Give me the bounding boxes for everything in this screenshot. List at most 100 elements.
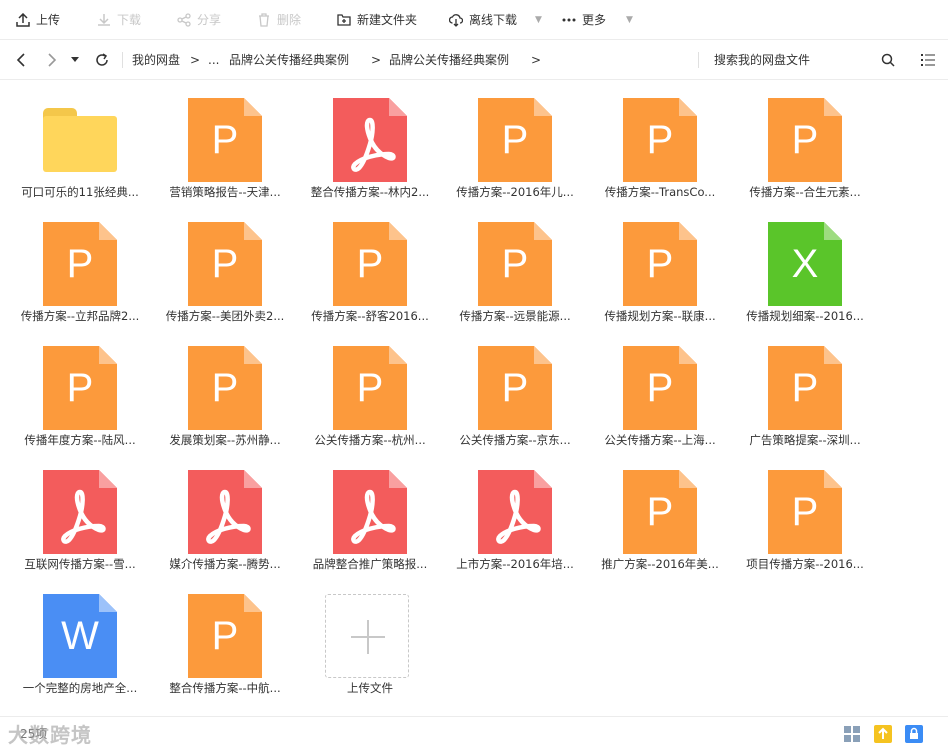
file-item[interactable]: P 传播年度方案--陆风... xyxy=(15,328,145,448)
file-item[interactable]: X 传播规划细案--2016... xyxy=(740,204,870,324)
file-name: 传播规划方案--联康... xyxy=(604,309,716,323)
file-item[interactable]: 媒介传播方案--腾势... xyxy=(160,452,290,572)
watermark: 大数跨境 xyxy=(8,723,92,747)
file-type-letter: P xyxy=(356,241,384,286)
file-item[interactable]: P 公关传播方案--上海... xyxy=(595,328,725,448)
upload-file-tile[interactable]: 上传文件 xyxy=(305,576,435,696)
file-name: 广告策略提案--深圳... xyxy=(749,433,861,447)
file-type-letter: P xyxy=(646,489,674,534)
more-label: 更多 xyxy=(582,13,607,27)
folder-item[interactable]: 可口可乐的11张经典... xyxy=(15,80,145,200)
ppt-file-icon: P xyxy=(478,222,552,306)
file-type-letter: P xyxy=(66,241,94,286)
history-dropdown-icon[interactable] xyxy=(69,40,81,80)
file-name: 传播规划细案--2016... xyxy=(746,309,864,323)
ppt-file-icon: P xyxy=(478,98,552,182)
cloud-download-icon xyxy=(449,13,463,27)
file-item[interactable]: P 广告策略提案--深圳... xyxy=(740,328,870,448)
file-name: 传播方案--TransCo... xyxy=(604,185,716,199)
share-button[interactable]: 分享 xyxy=(177,0,221,40)
file-name: 一个完整的房地产全... xyxy=(22,681,138,695)
search-icon[interactable] xyxy=(880,40,896,80)
file-type-letter: P xyxy=(501,241,529,286)
file-item[interactable]: P 营销策略报告--天津... xyxy=(160,80,290,200)
ppt-file-icon: P xyxy=(188,346,262,430)
breadcrumb-level-1[interactable]: 品牌公关传播经典案例 xyxy=(229,40,349,80)
refresh-icon[interactable] xyxy=(94,40,110,80)
more-icon xyxy=(562,13,576,27)
file-item[interactable]: P 公关传播方案--杭州... xyxy=(305,328,435,448)
pdf-file-icon xyxy=(333,98,407,182)
pdf-file-icon xyxy=(188,470,262,554)
breadcrumb-root[interactable]: 我的网盘 xyxy=(132,40,180,80)
file-item[interactable]: 整合传播方案--林内2... xyxy=(305,80,435,200)
delete-button[interactable]: 删除 xyxy=(257,0,301,40)
forward-arrow-icon[interactable] xyxy=(45,40,59,80)
file-item[interactable]: P 整合传播方案--中航... xyxy=(160,576,290,696)
download-icon xyxy=(97,13,111,27)
pdf-file-icon xyxy=(333,470,407,554)
file-item[interactable]: P 传播方案--TransCo... xyxy=(595,80,725,200)
more-button[interactable]: 更多 ▼ xyxy=(562,0,633,40)
divider xyxy=(122,52,123,68)
file-item[interactable]: P 传播方案--远景能源... xyxy=(450,204,580,324)
file-type-letter: P xyxy=(211,613,239,658)
file-item[interactable]: P 传播方案--立邦品牌2... xyxy=(15,204,145,324)
ppt-file-icon: P xyxy=(623,470,697,554)
file-item[interactable]: P 传播方案--美团外卖2... xyxy=(160,204,290,324)
file-name: 发展策划案--苏州静... xyxy=(169,433,281,447)
breadcrumb-level-2[interactable]: 品牌公关传播经典案例 xyxy=(389,40,509,80)
file-item[interactable]: P 发展策划案--苏州静... xyxy=(160,328,290,448)
file-name: 传播方案--舒客2016... xyxy=(311,309,429,323)
ppt-file-icon: P xyxy=(623,98,697,182)
file-item[interactable]: 上市方案--2016年培... xyxy=(450,452,580,572)
file-type-letter: P xyxy=(501,365,529,410)
file-item[interactable]: P 传播规划方案--联康... xyxy=(595,204,725,324)
file-type-letter: P xyxy=(211,241,239,286)
file-name: 传播方案--合生元素... xyxy=(749,185,861,199)
file-name: 营销策略报告--天津... xyxy=(169,185,281,199)
offline-download-button[interactable]: 离线下载 ▼ xyxy=(449,0,542,40)
file-name: 整合传播方案--中航... xyxy=(169,681,281,695)
breadcrumb-separator: > xyxy=(190,53,201,67)
share-label: 分享 xyxy=(197,13,222,27)
chevron-down-icon[interactable]: ▼ xyxy=(535,15,542,25)
file-item[interactable]: P 推广方案--2016年美... xyxy=(595,452,725,572)
file-name: 公关传播方案--杭州... xyxy=(314,433,426,447)
file-name: 项目传播方案--2016... xyxy=(746,557,864,571)
file-name: 整合传播方案--林内2... xyxy=(310,185,430,199)
lock-icon[interactable] xyxy=(905,725,923,743)
transfer-icon[interactable] xyxy=(874,725,892,743)
file-name: 公关传播方案--京东... xyxy=(459,433,571,447)
file-item[interactable]: P 传播方案--舒客2016... xyxy=(305,204,435,324)
ppt-file-icon: P xyxy=(623,346,697,430)
breadcrumb-ellipsis[interactable]: ... xyxy=(208,40,219,80)
file-name: 上市方案--2016年培... xyxy=(456,557,574,571)
file-name: 推广方案--2016年美... xyxy=(601,557,719,571)
pdf-file-icon xyxy=(478,470,552,554)
divider xyxy=(698,52,699,68)
ppt-file-icon: P xyxy=(768,98,842,182)
file-item[interactable]: P 项目传播方案--2016... xyxy=(740,452,870,572)
file-name: 传播方案--美团外卖2... xyxy=(165,309,285,323)
file-type-letter: P xyxy=(211,117,239,162)
toolbar: 上传 下载 分享 删除 新建文件夹 离线下载 ▼ 更多 ▼ xyxy=(0,0,948,40)
file-item[interactable]: P 传播方案--2016年儿... xyxy=(450,80,580,200)
file-item[interactable]: W 一个完整的房地产全... xyxy=(15,576,145,696)
file-name: 传播方案--立邦品牌2... xyxy=(20,309,140,323)
back-arrow-icon[interactable] xyxy=(14,40,28,80)
new-folder-button[interactable]: 新建文件夹 xyxy=(337,0,417,40)
download-button[interactable]: 下载 xyxy=(97,0,141,40)
list-view-icon[interactable] xyxy=(920,40,936,80)
file-item[interactable]: P 公关传播方案--京东... xyxy=(450,328,580,448)
file-name: 传播方案--远景能源... xyxy=(459,309,571,323)
chevron-down-icon[interactable]: ▼ xyxy=(626,15,633,25)
file-item[interactable]: 互联网传播方案--雪... xyxy=(15,452,145,572)
file-name: 传播年度方案--陆风... xyxy=(24,433,136,447)
search-input[interactable]: 搜索我的网盘文件 xyxy=(714,40,810,80)
upload-button[interactable]: 上传 xyxy=(16,0,60,40)
file-item[interactable]: 品牌整合推广策略报... xyxy=(305,452,435,572)
grid-view-icon[interactable] xyxy=(843,725,861,743)
file-item[interactable]: P 传播方案--合生元素... xyxy=(740,80,870,200)
ppt-file-icon: P xyxy=(768,346,842,430)
